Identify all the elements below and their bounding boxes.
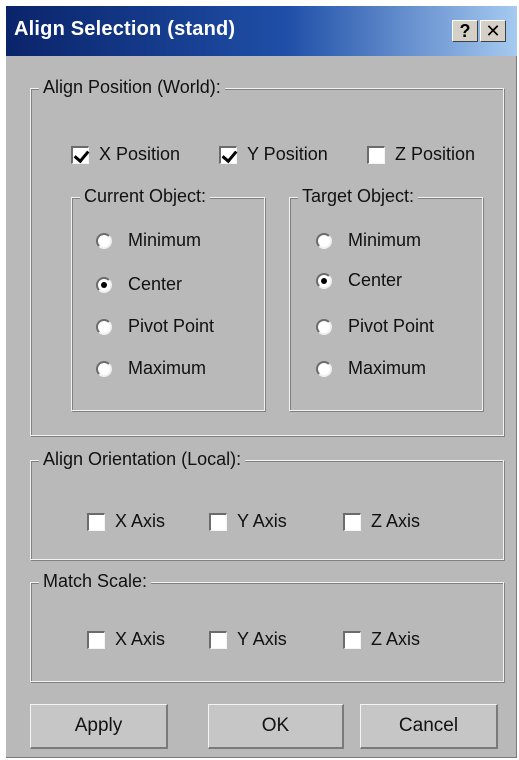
- help-button[interactable]: ?: [452, 20, 478, 42]
- radio-circle-icon[interactable]: [316, 232, 332, 249]
- checkbox-label: Z Axis: [371, 511, 421, 531]
- orientation-y-axis-checkbox[interactable]: Y Axis: [209, 511, 287, 532]
- target-object-group: Target Object: Minimum Center Pivot Poin…: [289, 186, 483, 411]
- checkbox-label: Z Axis: [371, 629, 421, 649]
- scale-x-check-box[interactable]: [87, 630, 105, 649]
- target-object-label: Target Object:: [298, 186, 419, 207]
- checkbox-label: X Axis: [115, 511, 166, 531]
- scale-y-axis-checkbox[interactable]: Y Axis: [209, 629, 287, 650]
- checkbox-label: Y Axis: [237, 629, 287, 649]
- target-minimum-radio[interactable]: Minimum: [316, 230, 421, 251]
- target-center-radio[interactable]: Center: [316, 270, 402, 291]
- radio-circle-icon[interactable]: [316, 360, 332, 377]
- radio-label: Maximum: [128, 358, 207, 378]
- scale-y-check-box[interactable]: [209, 630, 227, 649]
- y-position-checkbox[interactable]: Y Position: [219, 144, 328, 165]
- z-position-checkbox[interactable]: Z Position: [367, 144, 475, 165]
- match-scale-group: Match Scale: X Axis Y Axis Z Axis: [30, 571, 504, 682]
- align-selection-dialog: Align Selection (stand) ? ✕ Align Positi…: [6, 6, 517, 758]
- window-title: Align Selection (stand): [14, 18, 236, 40]
- x-position-checkbox[interactable]: X Position: [71, 144, 180, 165]
- current-minimum-radio[interactable]: Minimum: [96, 230, 201, 251]
- z-position-label: Z Position: [395, 144, 476, 164]
- orientation-z-check-box[interactable]: [343, 512, 361, 531]
- radio-circle-icon[interactable]: [316, 318, 332, 335]
- radio-label: Minimum: [128, 230, 202, 250]
- radio-label: Maximum: [348, 358, 427, 378]
- match-scale-label: Match Scale:: [39, 571, 152, 592]
- radio-circle-icon[interactable]: [96, 360, 112, 377]
- y-position-check-box[interactable]: [219, 145, 237, 164]
- radio-label: Center: [348, 270, 403, 290]
- x-position-label: X Position: [99, 144, 181, 164]
- radio-circle-icon[interactable]: [96, 232, 112, 249]
- close-button[interactable]: ✕: [480, 20, 506, 42]
- orientation-z-axis-checkbox[interactable]: Z Axis: [343, 511, 420, 532]
- close-icon: ✕: [485, 20, 501, 41]
- help-icon: ?: [459, 20, 471, 41]
- target-maximum-radio[interactable]: Maximum: [316, 358, 426, 379]
- current-pivot-point-radio[interactable]: Pivot Point: [96, 316, 214, 337]
- radio-label: Pivot Point: [348, 316, 435, 336]
- target-pivot-point-radio[interactable]: Pivot Point: [316, 316, 434, 337]
- scale-z-axis-checkbox[interactable]: Z Axis: [343, 629, 420, 650]
- checkbox-label: Y Axis: [237, 511, 287, 531]
- orientation-x-axis-checkbox[interactable]: X Axis: [87, 511, 165, 532]
- orientation-x-check-box[interactable]: [87, 512, 105, 531]
- align-position-label: Align Position (World):: [39, 77, 225, 98]
- cancel-button[interactable]: Cancel: [360, 704, 498, 749]
- x-position-check-box[interactable]: [71, 145, 89, 164]
- current-maximum-radio[interactable]: Maximum: [96, 358, 206, 379]
- scale-x-axis-checkbox[interactable]: X Axis: [87, 629, 165, 650]
- radio-label: Center: [128, 274, 183, 294]
- orientation-y-check-box[interactable]: [209, 512, 227, 531]
- title-bar[interactable]: Align Selection (stand) ? ✕: [6, 6, 517, 56]
- radio-selected-icon[interactable]: [316, 272, 332, 289]
- radio-label: Minimum: [348, 230, 422, 250]
- scale-z-check-box[interactable]: [343, 630, 361, 649]
- align-position-group: Align Position (World): X Position Y Pos…: [30, 77, 504, 436]
- ok-button[interactable]: OK: [208, 704, 344, 749]
- checkbox-label: X Axis: [115, 629, 166, 649]
- apply-button[interactable]: Apply: [30, 704, 168, 749]
- z-position-check-box[interactable]: [367, 145, 385, 164]
- current-center-radio[interactable]: Center: [96, 274, 182, 295]
- radio-label: Pivot Point: [128, 316, 215, 336]
- current-object-label: Current Object:: [80, 186, 211, 207]
- radio-circle-icon[interactable]: [96, 318, 112, 335]
- current-object-group: Current Object: Minimum Center Pivot Poi…: [71, 186, 265, 411]
- align-orientation-label: Align Orientation (Local):: [39, 449, 246, 470]
- align-orientation-group: Align Orientation (Local): X Axis Y Axis…: [30, 449, 504, 560]
- y-position-label: Y Position: [247, 144, 328, 164]
- radio-selected-icon[interactable]: [96, 276, 112, 293]
